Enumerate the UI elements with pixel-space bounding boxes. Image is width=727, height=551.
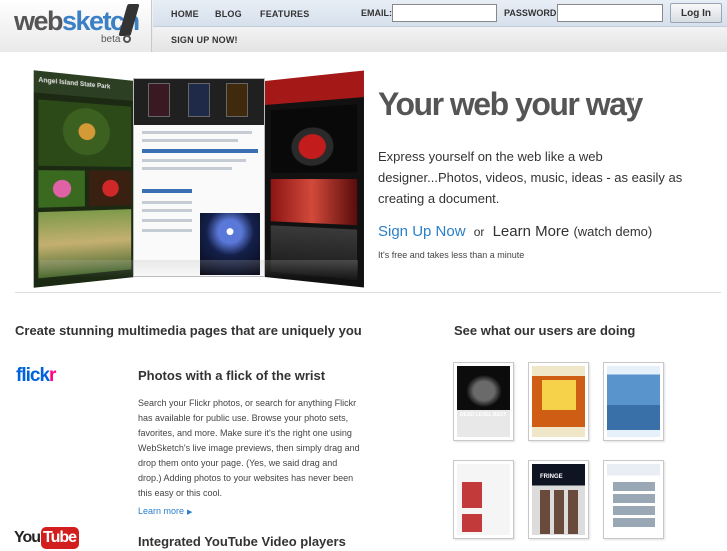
watch-demo-link[interactable]: (watch demo) [573,224,652,239]
photo-strip [134,79,264,125]
logo-dot-icon [123,35,131,43]
trademark-mark: ™ [626,96,635,106]
users-heading: See what our users are doing [454,323,635,338]
collage-reflection [40,260,358,278]
motorcycle-photo [271,104,357,173]
thumbnail [226,83,248,117]
text-line [142,167,232,170]
section-divider [15,292,721,293]
red-section [271,179,357,225]
nav-features-link[interactable]: FEATURES [260,9,309,19]
thumbnail [188,83,210,117]
feature-title: Integrated YouTube Video players [138,534,346,549]
thumbnail-image [607,366,660,437]
user-page-thumbnail[interactable] [453,460,514,539]
main-nav: HOME BLOG FEATURES EMAIL: PASSWORD: Log … [153,0,727,27]
page-banner [265,70,364,105]
hero-cta: Sign Up Now or Learn More (watch demo) [378,223,652,240]
user-page-thumbnail[interactable] [603,362,664,441]
nav-signup-link[interactable]: SIGN UP NOW! [171,35,238,45]
hero-screenshots-collage: Angel Island State Park [36,78,360,278]
text-line [142,219,192,222]
sign-up-now-link[interactable]: Sign Up Now [378,223,466,240]
nav-blog-link[interactable]: BLOG [215,9,242,19]
nav-home-link[interactable]: HOME [171,9,199,19]
text-line [142,159,246,162]
thumbnail-image [532,366,585,437]
text-line [142,229,192,232]
sample-page-nature: Angel Island State Park [34,70,135,288]
or-text: or [474,225,485,239]
text-line [142,139,238,142]
thumbnail-image: DEAD LEVEL BEST [457,366,510,437]
thumbnail-image [457,464,510,535]
youtube-logo: You Tube [14,527,79,551]
sub-nav: SIGN UP NOW! [153,27,727,52]
text-line [142,209,192,212]
logo-beta-badge: beta [101,34,120,45]
toolbar-strip [142,149,258,153]
thumbnail-image [607,464,660,535]
hero-note: It's free and takes less than a minute [378,250,524,260]
user-page-thumbnail[interactable]: FRINGE [528,460,589,539]
text-line [142,131,252,134]
user-page-thumbnail[interactable]: DEAD LEVEL BEST [453,362,514,441]
sample-page-title: Angel Island State Park [34,70,135,101]
logo[interactable]: websketch beta [0,0,152,52]
text-line [142,201,192,204]
flickr-logo: flickr [16,365,55,387]
features-heading: Create stunning multimedia pages that ar… [15,323,362,338]
sample-page-motorcycle [265,70,364,287]
user-page-thumbnail[interactable] [603,460,664,539]
top-bar: websketch beta HOME BLOG FEATURES EMAIL:… [0,0,727,52]
arrow-right-icon: ▶ [187,509,192,516]
toolbar-strip [142,189,192,193]
flower-photo [38,170,85,208]
thumbnail-image: FRINGE [532,464,585,535]
learn-more-link[interactable]: Learn More [493,223,570,240]
hero-title: Your web your way [378,86,642,123]
feature-description: Search your Flickr photos, or search for… [138,396,360,501]
hero-description: Express yourself on the web like a web d… [378,146,708,209]
email-label: EMAIL: [361,8,392,18]
password-label: PASSWORD: [504,8,559,18]
password-input[interactable] [557,4,663,22]
email-input[interactable] [392,4,497,22]
butterfly-photo [38,99,131,166]
sample-page-editor [133,78,265,277]
flower-photo [89,171,131,207]
thumbnail [148,83,170,117]
learn-more-link[interactable]: Learn more ▶ [138,506,192,516]
feature-title: Photos with a flick of the wrist [138,368,325,383]
user-page-thumbnail[interactable] [528,362,589,441]
login-button[interactable]: Log In [670,3,722,23]
